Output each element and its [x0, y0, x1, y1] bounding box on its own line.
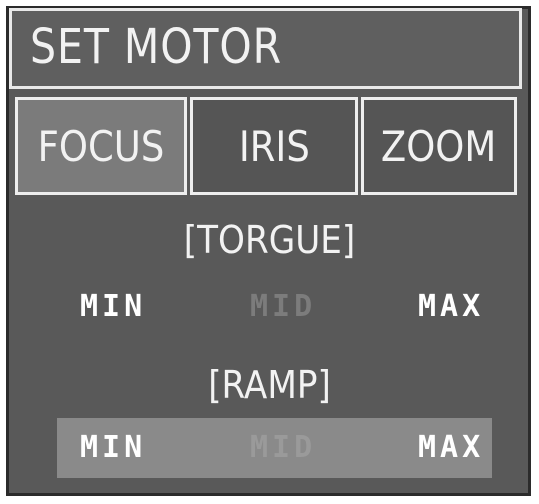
tab-zoom-label: ZOOM	[381, 121, 497, 171]
tab-focus[interactable]: FOCUS	[15, 97, 187, 195]
ramp-max-option[interactable]: MAX	[418, 430, 484, 465]
ramp-mid-option[interactable]: MID	[250, 430, 316, 465]
ramp-heading: [RAMP]	[208, 363, 331, 407]
tab-zoom[interactable]: ZOOM	[361, 97, 517, 195]
ramp-min-option[interactable]: MIN	[80, 430, 146, 465]
page-title: SET MOTOR	[30, 19, 283, 75]
torque-mid-option[interactable]: MID	[250, 289, 316, 324]
tab-focus-label: FOCUS	[37, 121, 165, 171]
torque-min-option[interactable]: MIN	[80, 289, 146, 324]
title-bar: SET MOTOR	[9, 8, 522, 89]
torque-heading: [TORGUE]	[183, 218, 356, 262]
tab-iris-label: IRIS	[238, 121, 310, 171]
tab-iris[interactable]: IRIS	[190, 97, 358, 195]
torque-max-option[interactable]: MAX	[418, 289, 484, 324]
